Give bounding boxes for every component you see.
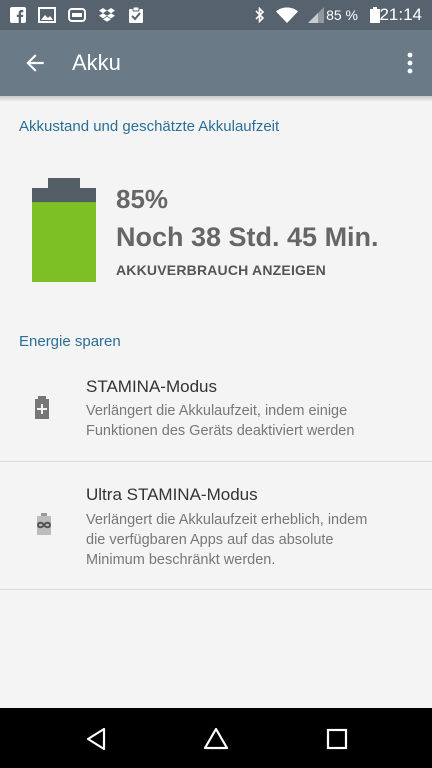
battery-plus-icon (35, 396, 49, 419)
nav-home-icon[interactable] (203, 726, 229, 752)
infinity-battery-icon (36, 513, 52, 535)
item-subtitle-line: Minimum beschränkt werden. (86, 552, 276, 568)
item-subtitle-line: die verfügbaren Apps auf das absolute (86, 532, 334, 548)
status-bar: 85 % 21:14 (0, 0, 432, 30)
nav-recents-icon[interactable] (324, 726, 350, 752)
divider (0, 589, 432, 590)
navigation-bar (0, 708, 432, 768)
item-subtitle: Verlängert die Akkulaufzeit erheblich, i… (86, 510, 416, 570)
remaining-time: Noch 38 Std. 45 Min. (116, 222, 379, 252)
ultra-stamina-mode-item[interactable]: Ultra STAMINA-Modus Verlängert die Akkul… (0, 462, 432, 588)
stamina-mode-item[interactable]: STAMINA-Modus Verlängert die Akkulaufzei… (0, 360, 432, 460)
nav-back-icon[interactable] (84, 726, 110, 752)
energy-section-header: Energie sparen (19, 333, 121, 350)
item-subtitle-line: Verlängert die Akkulaufzeit, indem einig… (86, 403, 348, 419)
item-subtitle-line: Funktionen des Geräts deaktiviert werden (86, 423, 355, 439)
item-title: Ultra STAMINA-Modus (86, 485, 258, 504)
facebook-icon (10, 7, 26, 23)
back-arrow-icon[interactable] (22, 50, 48, 76)
battery-percent: 85% (116, 184, 169, 214)
clock: 21:14 (379, 5, 422, 24)
image-icon (38, 7, 56, 23)
item-subtitle-line: Verlängert die Akkulaufzeit erheblich, i… (86, 512, 368, 528)
dropbox-icon (99, 8, 115, 22)
page-title: Akku (72, 50, 121, 75)
item-subtitle: Verlängert die Akkulaufzeit, indem einig… (86, 401, 416, 441)
app-bar: Akku (0, 30, 432, 96)
signal-icon (308, 7, 324, 23)
more-options-icon[interactable] (404, 50, 416, 76)
app-bar-shadow (0, 96, 432, 102)
item-title: STAMINA-Modus (86, 377, 217, 396)
bluetooth-icon (255, 7, 265, 23)
battery-section-header: Akkustand und geschätzte Akkulaufzeit (19, 118, 280, 135)
clipboard-check-icon (129, 7, 143, 23)
battery-usage-link[interactable]: AKKUVERBRAUCH ANZEIGEN (116, 262, 326, 278)
wifi-icon (276, 7, 298, 23)
battery-percent-text: 85 % (326, 7, 358, 23)
battery-level-icon (32, 178, 96, 282)
cast-icon (68, 8, 86, 22)
